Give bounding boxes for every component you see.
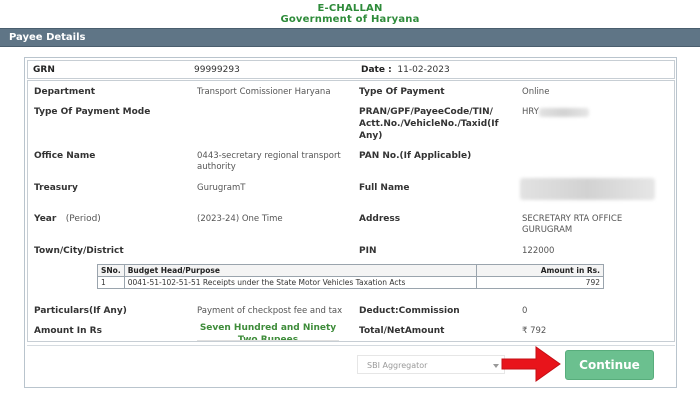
budget-head-cell: 0041-51-102-51-51 Receipts under the Sta… [123,276,477,289]
pran-label: PRAN/GPF/PayeeCode/TIN/ Actt.No./Vehicle… [359,107,499,141]
aggregator-selected: SBI Aggregator [367,361,428,370]
amount-cell: 792 [475,276,605,289]
treasury-value: GurugramT [197,183,246,193]
panel-title-bar: Payee Details [0,28,700,47]
table-row: 1 0041-51-102-51-51 Receipts under the S… [97,276,605,289]
payment-mode-label: Type Of Payment Mode [34,107,151,117]
continue-button[interactable]: Continue [565,350,654,380]
total-amount-value: ₹ 792 [522,326,547,336]
type-of-payment-value: Online [522,87,550,97]
pin-value: 122000 [522,246,555,256]
sno-cell: 1 [97,276,125,289]
date-field: Date : 11-02-2023 [361,65,450,75]
particulars-label: Particulars(If Any) [34,306,127,316]
details-box [27,80,675,342]
date-label: Date : [361,65,392,75]
pran-value: HRY [522,107,539,117]
year-label: Year (Period) [34,213,101,225]
divider [27,345,675,346]
amount-in-rs-label: Amount In Rs [34,326,102,336]
grn-label: GRN [33,65,55,75]
date-value: 11-02-2023 [397,65,450,75]
office-name-label: Office Name [34,151,96,161]
particulars-value: Payment of checkpost fee and tax [197,306,343,316]
type-of-payment-label: Type Of Payment [359,87,445,97]
address-value: SECRETARY RTA OFFICE GURUGRAM [522,214,623,235]
chevron-down-icon [493,364,499,368]
department-value: Transport Comissioner Haryana [197,87,331,97]
deduct-commission-value: 0 [522,306,528,316]
table-header-row: SNo. Budget Head/Purpose Amount in Rs. [97,264,605,277]
period-label: (Period) [65,214,101,224]
grn-row: GRN 99999293 Date : 11-02-2023 [27,60,675,79]
deduct-commission-label: Deduct:Commission [359,306,460,316]
red-arrow-icon [501,346,561,382]
panel-title: Payee Details [9,32,86,43]
budget-head-table: SNo. Budget Head/Purpose Amount in Rs. 1… [97,264,605,289]
page-header: E-CHALLAN Government of Haryana [0,0,700,28]
pan-label: PAN No.(If Applicable) [359,151,472,161]
treasury-label: Treasury [34,183,78,193]
header-subtitle: Government of Haryana [280,14,420,25]
sno-header: SNo. [97,264,125,277]
town-label: Town/City/District [34,246,124,256]
full-name-redacted [520,178,655,200]
department-label: Department [34,87,96,97]
year-label-text: Year [34,214,57,224]
pran-redacted [539,108,589,117]
header-title: E-CHALLAN [317,3,383,14]
amount-in-words: Seven Hundred and Ninety Two Rupees [197,322,339,341]
pin-label: PIN [359,246,377,256]
address-label: Address [359,214,401,224]
full-name-label: Full Name [359,183,410,193]
office-name-value: 0443-secretary regional transport author… [197,151,341,172]
total-amount-label: Total/NetAmount [359,326,445,336]
aggregator-select[interactable]: SBI Aggregator [357,355,505,374]
grn-value: 99999293 [194,65,240,75]
budget-head-header: Budget Head/Purpose [123,264,477,277]
amount-header: Amount in Rs. [475,264,605,277]
year-value: (2023-24) One Time [197,214,283,224]
